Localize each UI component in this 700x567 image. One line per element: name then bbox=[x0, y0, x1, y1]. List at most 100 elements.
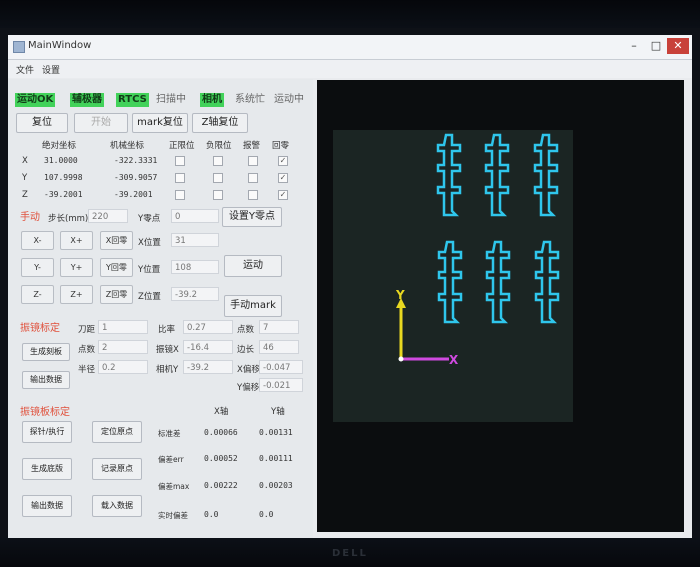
radius-label: 半径 bbox=[78, 365, 96, 375]
cut-part-2 bbox=[484, 133, 510, 217]
menu-settings[interactable]: 设置 bbox=[42, 63, 60, 76]
points-label: 点数 bbox=[78, 345, 96, 355]
app-icon bbox=[13, 41, 25, 53]
generate-plate-button[interactable]: 生成刻板 bbox=[22, 343, 70, 361]
realtime-label: 实时偏差 bbox=[158, 511, 188, 520]
x-axis-label: X bbox=[449, 353, 459, 367]
camy-input[interactable]: -39.2 bbox=[183, 360, 233, 374]
pos-limit-y-checkbox[interactable] bbox=[175, 173, 185, 183]
status-camera: 相机 bbox=[200, 93, 224, 107]
cut-part-4 bbox=[437, 240, 463, 324]
cut-part-6 bbox=[534, 240, 560, 324]
home-y-checkbox[interactable]: ✓ bbox=[278, 173, 288, 183]
pos-limit-z-checkbox[interactable] bbox=[175, 190, 185, 200]
axis-label-y: Y bbox=[22, 173, 28, 183]
menu-file[interactable]: 文件 bbox=[16, 63, 34, 76]
x-shift-label: X偏移 bbox=[237, 365, 260, 375]
pos-limit-x-checkbox[interactable] bbox=[175, 156, 185, 166]
header-home: 回零 bbox=[272, 141, 290, 151]
mark-reset-button[interactable]: mark复位 bbox=[132, 113, 188, 133]
plate-cal-section-title: 振镜板标定 bbox=[20, 407, 70, 418]
mech-y: -309.9057 bbox=[114, 173, 158, 182]
neg-limit-z-checkbox[interactable] bbox=[213, 190, 223, 200]
step-label: 步长(mm) bbox=[48, 214, 89, 224]
maximize-button[interactable]: □ bbox=[646, 38, 666, 54]
home-x-checkbox[interactable]: ✓ bbox=[278, 156, 288, 166]
neg-limit-y-checkbox[interactable] bbox=[213, 173, 223, 183]
minimize-button[interactable]: – bbox=[624, 38, 644, 54]
offset-input[interactable]: -16.4 bbox=[183, 340, 233, 354]
status-running: 运动中 bbox=[274, 94, 304, 105]
z-home-button[interactable]: Z回零 bbox=[100, 285, 133, 304]
generate-base-button[interactable]: 生成底版 bbox=[22, 458, 72, 480]
x-minus-button[interactable]: X- bbox=[21, 231, 54, 250]
probe-execute-button[interactable]: 探针/执行 bbox=[22, 421, 72, 443]
z-minus-button[interactable]: Z- bbox=[21, 285, 54, 304]
move-button[interactable]: 运动 bbox=[224, 255, 282, 277]
origin-point bbox=[398, 356, 404, 362]
close-button[interactable]: ✕ bbox=[667, 38, 689, 54]
mech-z: -39.2001 bbox=[114, 190, 153, 199]
knife-label: 刀距 bbox=[78, 325, 96, 335]
monitor-bezel-top bbox=[0, 0, 700, 28]
preview-drawing: Y X bbox=[395, 133, 560, 367]
y-shift-input[interactable]: -0.021 bbox=[259, 378, 303, 392]
y-axis-label: Y bbox=[395, 288, 405, 302]
set-y-zero-button[interactable]: 设置Y零点 bbox=[222, 207, 282, 227]
y-home-button[interactable]: Y回零 bbox=[100, 258, 133, 277]
y-plus-button[interactable]: Y+ bbox=[60, 258, 93, 277]
z-reset-button[interactable]: Z轴复位 bbox=[192, 113, 248, 133]
std-dev-x: 0.00066 bbox=[204, 428, 238, 437]
y-zero-input[interactable]: 0 bbox=[171, 209, 219, 223]
home-z-checkbox[interactable]: ✓ bbox=[278, 190, 288, 200]
reset-button[interactable]: 复位 bbox=[16, 113, 68, 133]
x-pos-label: X位置 bbox=[138, 238, 161, 248]
col-x-header: X轴 bbox=[214, 407, 229, 417]
max-x: 0.00222 bbox=[204, 481, 238, 490]
y-pos-input[interactable]: 108 bbox=[171, 260, 219, 274]
x-home-button[interactable]: X回零 bbox=[100, 231, 133, 250]
title-bar: MainWindow – □ ✕ bbox=[8, 35, 692, 60]
x-plus-button[interactable]: X+ bbox=[60, 231, 93, 250]
start-button[interactable]: 开始 bbox=[74, 113, 128, 133]
locate-origin-button[interactable]: 定位原点 bbox=[92, 421, 142, 443]
galvo-cal-section-title: 振镜标定 bbox=[20, 323, 60, 334]
alarm-y-checkbox[interactable] bbox=[248, 173, 258, 183]
output-data-button[interactable]: 输出数据 bbox=[22, 495, 72, 517]
status-scanning: 扫描中 bbox=[156, 94, 186, 105]
y-shift-label: Y偏移 bbox=[237, 383, 260, 393]
spacing-input[interactable]: 7 bbox=[259, 320, 299, 334]
y-minus-button[interactable]: Y- bbox=[21, 258, 54, 277]
realtime-x: 0.0 bbox=[204, 510, 219, 519]
record-origin-button[interactable]: 记录原点 bbox=[92, 458, 142, 480]
preview-canvas[interactable]: Y X bbox=[317, 80, 684, 532]
load-data-button[interactable]: 载入数据 bbox=[92, 495, 142, 517]
err-label: 偏差err bbox=[158, 455, 184, 464]
points-input[interactable]: 2 bbox=[98, 340, 148, 354]
offset-label: 振镜X bbox=[156, 345, 179, 355]
knife-input[interactable]: 1 bbox=[98, 320, 148, 334]
manual-mark-button[interactable]: 手动mark bbox=[224, 295, 282, 317]
window-title: MainWindow bbox=[28, 40, 92, 51]
abs-y: 107.9998 bbox=[44, 173, 83, 182]
x-pos-input[interactable]: 31 bbox=[171, 233, 219, 247]
menu-bar: 文件 设置 bbox=[8, 60, 692, 78]
alarm-x-checkbox[interactable] bbox=[248, 156, 258, 166]
z-plus-button[interactable]: Z+ bbox=[60, 285, 93, 304]
scale-input[interactable]: 0.27 bbox=[183, 320, 233, 334]
export-data-button[interactable]: 输出数据 bbox=[22, 371, 70, 389]
step-input[interactable]: 220 bbox=[88, 209, 128, 223]
radius-input[interactable]: 0.2 bbox=[98, 360, 148, 374]
err-y: 0.00111 bbox=[259, 454, 293, 463]
header-alarm: 报警 bbox=[243, 141, 261, 151]
z-pos-input[interactable]: -39.2 bbox=[171, 287, 219, 301]
app-window: MainWindow – □ ✕ 文件 设置 运动OK 辅极器 RTCS 扫描中… bbox=[8, 35, 692, 538]
x-shift-input[interactable]: -0.047 bbox=[259, 360, 303, 374]
std-dev-label: 标准差 bbox=[158, 429, 181, 438]
status-system-busy: 系统忙 bbox=[235, 94, 265, 105]
alarm-z-checkbox[interactable] bbox=[248, 190, 258, 200]
neg-limit-x-checkbox[interactable] bbox=[213, 156, 223, 166]
z-pos-label: Z位置 bbox=[138, 292, 161, 302]
max-label: 偏差max bbox=[158, 482, 190, 491]
side-length-input[interactable]: 46 bbox=[259, 340, 299, 354]
